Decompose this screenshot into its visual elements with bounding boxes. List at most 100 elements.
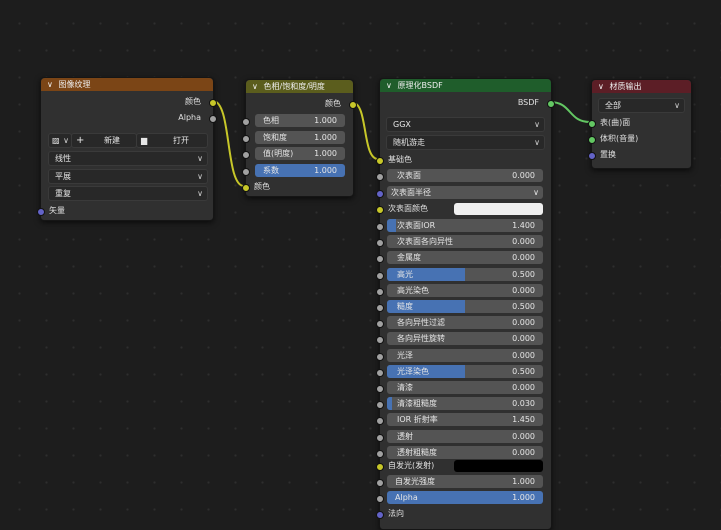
input-socket[interactable] [376,223,384,231]
slider-field[interactable]: 金属度 0.000 [387,251,543,264]
collapse-chevron-icon[interactable]: ∨ [252,80,261,93]
input-subsurface-radius-socket[interactable] [376,190,384,198]
input-emission-socket[interactable] [376,463,384,471]
interpolation-dropdown[interactable]: 线性 ∨ [48,151,208,166]
interpolation-value: 线性 [55,154,71,163]
input-socket[interactable] [376,255,384,263]
chevron-down-icon: ∨ [197,189,203,198]
emission-color-swatch[interactable] [454,460,543,472]
input-hue-socket[interactable] [242,118,250,126]
input-factor-socket[interactable] [242,168,250,176]
slider-field[interactable]: 透射粗糙度 0.000 [387,446,543,459]
slider-field[interactable]: 光泽 0.000 [387,349,543,362]
input-socket[interactable] [376,304,384,312]
new-image-button[interactable]: + 新建 [71,133,137,148]
extension-dropdown[interactable]: 重复 ∨ [48,186,208,201]
hue-field[interactable]: 色相 1.000 [255,114,345,127]
input-color-socket[interactable] [242,184,250,192]
input-vector-label: 矢量 [49,206,65,215]
subsurface-method-dropdown[interactable]: 随机游走 ∨ [386,135,545,150]
emission-strength-field[interactable]: 自发光强度 1.000 [387,475,543,488]
output-color-label: 颜色 [325,99,341,108]
slider-field[interactable]: 清漆 0.000 [387,381,543,394]
output-color-socket[interactable] [349,101,357,109]
output-color-socket[interactable] [209,99,217,107]
factor-field[interactable]: 系数 1.000 [255,164,345,177]
material-output-node[interactable]: ∨ 材质输出 全部 ∨ 表(曲)面 体积(音量) 置换 [588,79,692,169]
slider-field[interactable]: 次表面各向异性 0.000 [387,235,543,248]
hsv-header[interactable]: ∨ 色相/饱和度/明度 [246,80,353,93]
input-emission-strength-socket[interactable] [376,479,384,487]
input-socket[interactable] [376,385,384,393]
image-texture-header[interactable]: ∨ 图像纹理 [41,78,213,91]
input-socket[interactable] [376,320,384,328]
input-socket[interactable] [376,369,384,377]
input-socket[interactable] [376,239,384,247]
node-title: 色相/饱和度/明度 [263,82,325,91]
slider-field[interactable]: 各向异性过滤 0.000 [387,316,543,329]
output-alpha-socket[interactable] [209,115,217,123]
slider-value: 0.000 [512,237,535,246]
input-displacement-socket[interactable] [588,152,596,160]
input-socket[interactable] [376,353,384,361]
input-alpha-socket[interactable] [376,495,384,503]
slider-field[interactable]: 高光 0.500 [387,268,543,281]
input-socket[interactable] [376,288,384,296]
slider-label: IOR 折射率 [397,415,438,424]
collapse-chevron-icon[interactable]: ∨ [386,79,395,92]
input-subsurface-color-socket[interactable] [376,206,384,214]
bsdf-input-row: 各向异性过滤 0.000 [376,316,551,330]
input-base-color-socket[interactable] [376,157,384,165]
projection-dropdown[interactable]: 平展 ∨ [48,169,208,184]
value-field[interactable]: 值(明度) 1.000 [255,147,345,160]
image-texture-node[interactable]: ∨ 图像纹理 颜色 Alpha ▨ ∨ + 新建 ▆ 打开 线性 ∨ 平展 ∨ … [37,77,217,221]
value-label: 值(明度) [263,149,294,158]
slider-field[interactable]: 糙度 0.500 [387,300,543,313]
saturation-field[interactable]: 饱和度 1.000 [255,131,345,144]
slider-label: 糙度 [397,302,413,311]
subsurface-radius-field[interactable]: 次表面半径 ∨ [387,186,543,199]
chevron-down-icon: ∨ [534,120,540,129]
input-volume-socket[interactable] [588,136,596,144]
slider-label: 次表面IOR [397,221,436,230]
input-socket[interactable] [376,272,384,280]
slider-field[interactable]: 各向异性旋转 0.000 [387,332,543,345]
subsurface-field[interactable]: 次表面 0.000 [387,169,543,182]
input-socket[interactable] [376,336,384,344]
image-browse-button[interactable]: ▨ ∨ [48,133,72,148]
hsv-node[interactable]: ∨ 色相/饱和度/明度 颜色 色相 1.000 饱和度 1.000 值(明度) … [242,79,357,197]
input-socket[interactable] [376,434,384,442]
input-socket[interactable] [376,450,384,458]
factor-value: 1.000 [314,166,337,175]
slider-field[interactable]: IOR 折射率 1.450 [387,413,543,426]
collapse-chevron-icon[interactable]: ∨ [47,78,56,91]
bsdf-header[interactable]: ∨ 原理化BSDF [380,79,551,92]
input-saturation-socket[interactable] [242,135,250,143]
input-normal-socket[interactable] [376,511,384,519]
input-socket[interactable] [376,417,384,425]
slider-field[interactable]: 次表面IOR 1.400 [387,219,543,232]
output-bsdf-socket[interactable] [547,100,555,108]
slider-field[interactable]: 高光染色 0.000 [387,284,543,297]
collapse-chevron-icon[interactable]: ∨ [598,80,607,93]
input-subsurface-socket[interactable] [376,173,384,181]
alpha-field[interactable]: Alpha 1.000 [387,491,543,504]
slider-field[interactable]: 透射 0.000 [387,430,543,443]
subsurface-label: 次表面 [397,171,421,180]
input-socket[interactable] [376,401,384,409]
slider-field[interactable]: 清漆粗糙度 0.030 [387,397,543,410]
chevron-down-icon: ∨ [534,138,540,147]
link-image-color-to-hsv-color [212,100,245,187]
distribution-dropdown[interactable]: GGX ∨ [386,117,545,132]
slider-field[interactable]: 光泽染色 0.500 [387,365,543,378]
open-image-button[interactable]: ▆ 打开 [136,133,208,148]
target-dropdown[interactable]: 全部 ∨ [598,98,685,113]
input-vector-socket[interactable] [37,208,45,216]
material-output-header[interactable]: ∨ 材质输出 [592,80,691,93]
input-surface-socket[interactable] [588,120,596,128]
distribution-value: GGX [393,120,411,129]
input-value-socket[interactable] [242,151,250,159]
image-icon: ▨ [52,136,60,145]
principled-bsdf-node[interactable]: ∨ 原理化BSDF BSDF GGX ∨ 随机游走 ∨ 基础色 次表面 0.00… [376,78,555,530]
subsurface-color-swatch[interactable] [454,203,543,215]
